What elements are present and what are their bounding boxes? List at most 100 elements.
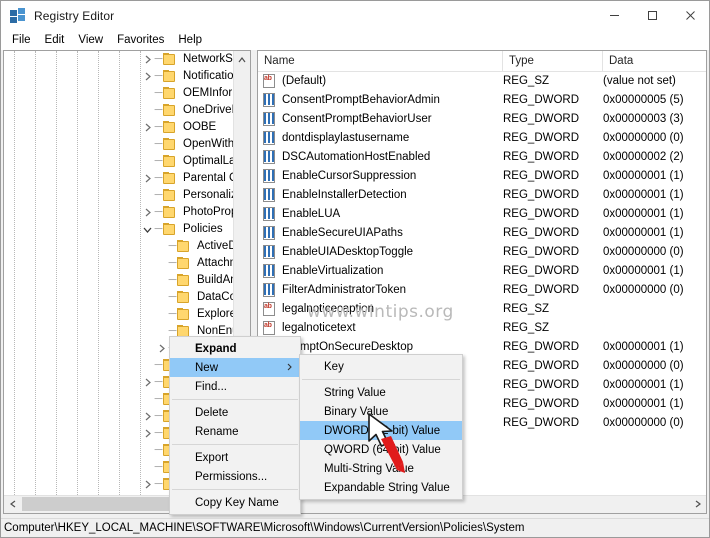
value-type-cell: REG_DWORD bbox=[503, 283, 580, 296]
chevron-right-icon[interactable] bbox=[140, 425, 155, 442]
value-data-cell: 0x00000001 (1) bbox=[603, 226, 684, 239]
dword-value-icon bbox=[262, 130, 277, 145]
table-row[interactable]: FilterAdministratorToken REG_DWORD 0x00000… bbox=[258, 280, 706, 299]
tree-node-label: Personalization bbox=[183, 189, 236, 201]
tree-node[interactable]: ─ OneDriveRamps bbox=[4, 102, 236, 119]
tree-connector: ─ bbox=[154, 393, 163, 405]
table-row[interactable]: dontdisplaylastusername REG_DWORD 0x000000… bbox=[258, 128, 706, 147]
submenu-item-expandable-string-value[interactable]: Expandable String Value bbox=[300, 478, 462, 497]
table-row[interactable]: EnableInstallerDetection REG_DWORD 0x00000… bbox=[258, 185, 706, 204]
tree-node[interactable]: ─ Explorer bbox=[4, 306, 236, 323]
tree-node[interactable]: ─ OpenWith bbox=[4, 136, 236, 153]
column-header-data[interactable]: Data bbox=[603, 51, 706, 71]
table-row[interactable]: EnableUIADesktopToggle REG_DWORD 0x0000000… bbox=[258, 242, 706, 261]
submenu-item-string-value[interactable]: String Value bbox=[300, 383, 462, 402]
tree-node[interactable]: ─ DataCollection bbox=[4, 289, 236, 306]
chevron-right-icon[interactable] bbox=[140, 374, 155, 391]
table-row[interactable]: DSCAutomationHostEnabled REG_DWORD 0x00000… bbox=[258, 147, 706, 166]
table-row[interactable]: ConsentPromptBehaviorUser REG_DWORD 0x0000… bbox=[258, 109, 706, 128]
registry-editor-icon bbox=[10, 7, 26, 24]
submenu-item-label: Key bbox=[324, 360, 344, 373]
submenu-item-binary-value[interactable]: Binary Value bbox=[300, 402, 462, 421]
context-menu-item-expand[interactable]: Expand bbox=[170, 339, 300, 358]
menu-help[interactable]: Help bbox=[171, 31, 209, 49]
value-data-cell: 0x00000001 (1) bbox=[603, 340, 684, 353]
tree-node[interactable]: ─ Policies bbox=[4, 221, 236, 238]
context-menu-item-rename[interactable]: Rename bbox=[170, 422, 300, 441]
tree-connector: ─ bbox=[154, 461, 163, 473]
close-button[interactable] bbox=[671, 1, 709, 30]
chevron-right-icon[interactable] bbox=[140, 170, 155, 187]
table-row[interactable]: ab (Default) REG_SZ (value not set) bbox=[258, 71, 706, 90]
chevron-right-icon[interactable] bbox=[140, 119, 155, 136]
context-menu-item-export[interactable]: Export bbox=[170, 448, 300, 467]
tree-connector: ─ bbox=[168, 240, 177, 252]
context-menu-item-new[interactable]: New bbox=[170, 358, 300, 377]
folder-icon bbox=[162, 70, 177, 83]
chevron-right-icon[interactable] bbox=[154, 340, 169, 357]
chevron-right-icon[interactable] bbox=[140, 408, 155, 425]
dword-value-icon bbox=[262, 149, 277, 164]
submenu-item-qword-64-bit-value[interactable]: QWORD (64-bit) Value bbox=[300, 440, 462, 459]
table-row[interactable]: EnableCursorSuppression REG_DWORD 0x000000… bbox=[258, 166, 706, 185]
value-name-text: EnableUIADesktopToggle bbox=[282, 245, 414, 258]
context-menu-item-copy-key-name[interactable]: Copy Key Name bbox=[170, 493, 300, 512]
column-header-name[interactable]: Name bbox=[258, 51, 503, 71]
tree-node[interactable]: ─ ActiveDesktop bbox=[4, 238, 236, 255]
chevron-down-icon[interactable] bbox=[140, 221, 155, 238]
chevron-right-icon bbox=[287, 363, 292, 373]
menu-favorites[interactable]: Favorites bbox=[110, 31, 171, 49]
tree-node[interactable]: ─ Parental Controls bbox=[4, 170, 236, 187]
table-row[interactable]: EnableLUA REG_DWORD 0x00000001 (1) bbox=[258, 204, 706, 223]
chevron-right-icon[interactable] bbox=[140, 204, 155, 221]
submenu-item-label: Expandable String Value bbox=[324, 481, 450, 494]
table-row[interactable]: EnableSecureUIAPaths REG_DWORD 0x00000001 … bbox=[258, 223, 706, 242]
dword-value-icon bbox=[262, 168, 277, 183]
tree-node[interactable]: ─ BuildAndTel bbox=[4, 272, 236, 289]
maximize-button[interactable] bbox=[633, 1, 671, 30]
table-row[interactable]: EnableVirtualization REG_DWORD 0x00000001 … bbox=[258, 261, 706, 280]
table-row[interactable]: ConsentPromptBehaviorAdmin REG_DWORD 0x000… bbox=[258, 90, 706, 109]
tree-node-label: DataCollection bbox=[197, 291, 236, 303]
tree-node[interactable]: ─ OEMInformation bbox=[4, 85, 236, 102]
tree-node[interactable]: ─ NetworkServiceTriggers bbox=[4, 51, 236, 68]
folder-icon bbox=[162, 189, 177, 202]
chevron-right-icon[interactable] bbox=[140, 476, 155, 493]
chevron-right-icon[interactable] bbox=[689, 496, 706, 512]
submenu-item-multi-string-value[interactable]: Multi-String Value bbox=[300, 459, 462, 478]
tree-node[interactable]: ─ Notifications bbox=[4, 68, 236, 85]
minimize-button[interactable] bbox=[595, 1, 633, 30]
tree-node[interactable]: ─ OOBE bbox=[4, 119, 236, 136]
column-header-type[interactable]: Type bbox=[503, 51, 603, 71]
tree-node-label: Attachments bbox=[197, 257, 236, 269]
submenu-item-key[interactable]: Key bbox=[300, 357, 462, 376]
table-row[interactable]: ab legalnoticecaption REG_SZ bbox=[258, 299, 706, 318]
value-name-text: dontdisplaylastusername bbox=[282, 131, 410, 144]
context-menu-item-find[interactable]: Find... bbox=[170, 377, 300, 396]
context-menu[interactable]: Expand New Find... Delete Rename Export Permis… bbox=[169, 336, 301, 515]
table-row[interactable]: ab legalnoticetext REG_SZ bbox=[258, 318, 706, 337]
tree-connector: ─ bbox=[154, 138, 163, 150]
menu-edit[interactable]: Edit bbox=[38, 31, 72, 49]
submenu-item-dword-32-bit-value[interactable]: DWORD (32-bit) Value bbox=[300, 421, 462, 440]
tree-node[interactable]: ─ Attachments bbox=[4, 255, 236, 272]
tree-node[interactable]: ─ Personalization bbox=[4, 187, 236, 204]
chevron-right-icon[interactable] bbox=[140, 51, 155, 68]
chevron-left-icon[interactable] bbox=[4, 496, 21, 512]
value-data-cell: 0x00000000 (0) bbox=[603, 416, 684, 429]
menu-file[interactable]: File bbox=[5, 31, 38, 49]
dword-value-icon bbox=[262, 111, 277, 126]
value-type-cell: REG_SZ bbox=[503, 302, 550, 315]
chevron-up-icon[interactable] bbox=[234, 51, 250, 68]
context-menu-item-delete[interactable]: Delete bbox=[170, 403, 300, 422]
value-name-text: ConsentPromptBehaviorUser bbox=[282, 112, 432, 125]
chevron-right-icon[interactable] bbox=[140, 68, 155, 85]
context-menu-item-permissions[interactable]: Permissions... bbox=[170, 467, 300, 486]
menu-view[interactable]: View bbox=[71, 31, 110, 49]
tree-node[interactable]: ─ PhotoPropertyHandler bbox=[4, 204, 236, 221]
tree-node[interactable]: ─ OptimalLayout bbox=[4, 153, 236, 170]
value-type-cell: REG_DWORD bbox=[503, 112, 580, 125]
new-submenu[interactable]: Key String Value Binary Value DWORD (32-bit… bbox=[299, 354, 463, 500]
